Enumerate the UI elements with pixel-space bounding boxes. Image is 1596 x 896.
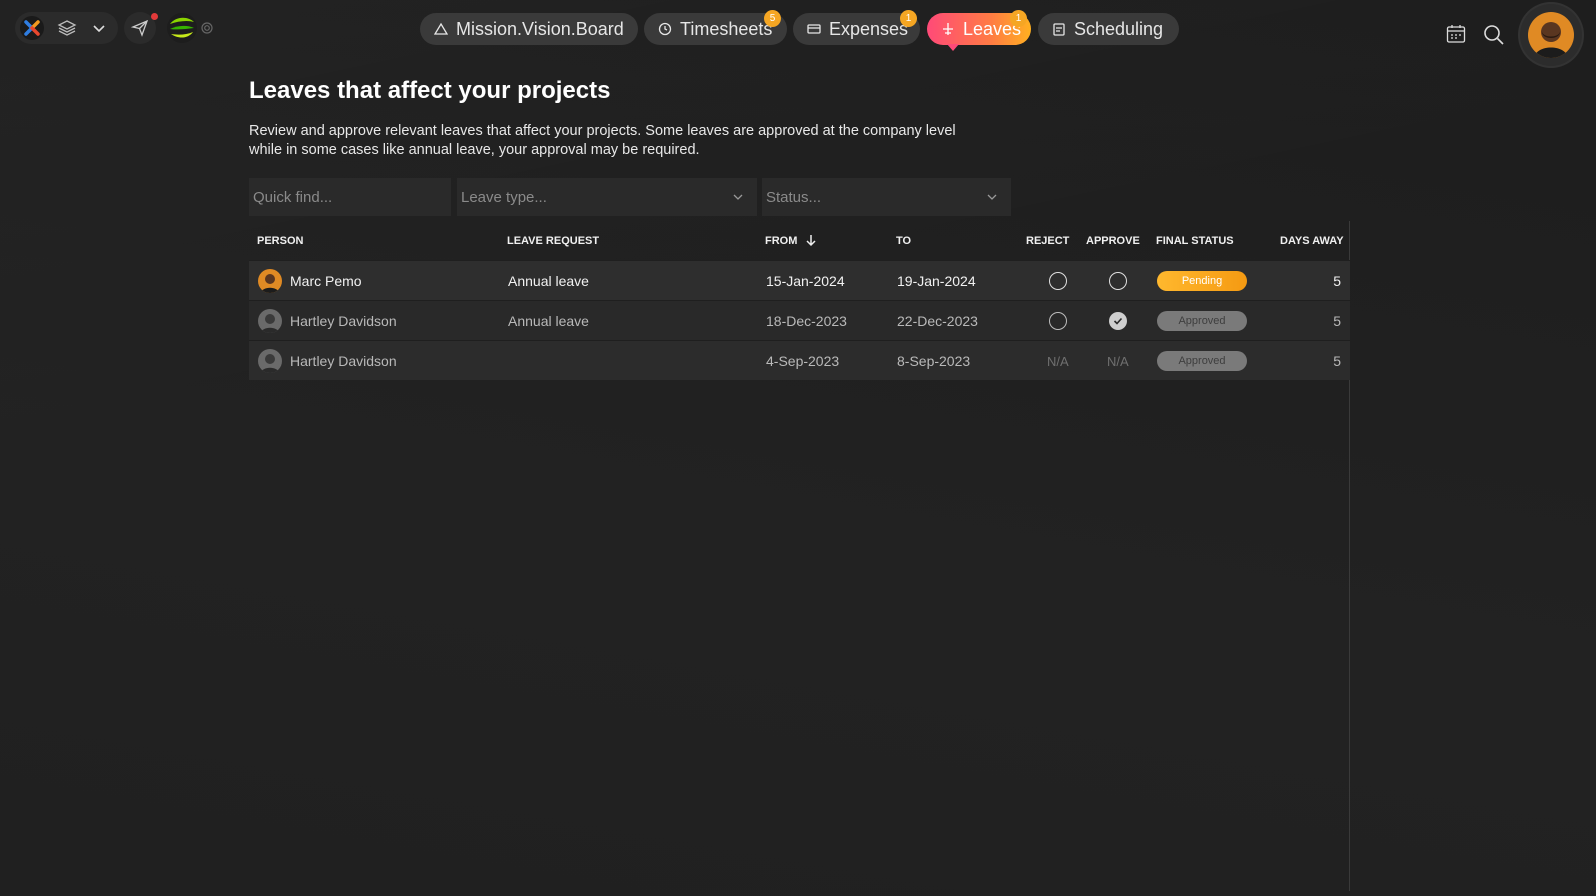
status-badge: Approved bbox=[1157, 351, 1247, 371]
tab-label: Expenses bbox=[829, 18, 909, 39]
to-cell: 19-Jan-2024 bbox=[897, 273, 976, 289]
avatar bbox=[258, 349, 282, 373]
reject-radio[interactable] bbox=[1049, 272, 1067, 290]
table-row[interactable]: Marc Pemo Annual leave 15-Jan-2024 19-Ja… bbox=[249, 260, 1350, 300]
status-select[interactable]: Status... bbox=[762, 178, 1011, 216]
reject-cell: N/A bbox=[1047, 353, 1069, 369]
tab-badge: 5 bbox=[764, 10, 781, 27]
search-icon[interactable] bbox=[1483, 24, 1505, 46]
table-row[interactable]: Hartley Davidson Annual leave 18-Dec-202… bbox=[249, 300, 1350, 340]
quick-find-input-wrapper bbox=[249, 178, 451, 216]
calendar-icon[interactable] bbox=[1446, 24, 1466, 44]
approve-checked[interactable] bbox=[1109, 312, 1127, 330]
sort-down-icon[interactable] bbox=[804, 233, 818, 247]
header-person[interactable]: PERSON bbox=[257, 235, 303, 247]
from-cell: 4-Sep-2023 bbox=[766, 353, 840, 369]
tab-leaves[interactable]: Leaves 1 bbox=[927, 10, 1031, 51]
reject-cell bbox=[1049, 261, 1067, 301]
tab-timesheets[interactable]: Timesheets 5 bbox=[644, 10, 787, 45]
plane-icon bbox=[943, 23, 953, 35]
to-cell: 22-Dec-2023 bbox=[897, 313, 978, 329]
notification-dot bbox=[151, 13, 158, 20]
chevron-down-icon[interactable] bbox=[91, 20, 107, 36]
tab-expenses[interactable]: Expenses 1 bbox=[793, 10, 920, 45]
days-away-cell: 5 bbox=[1333, 313, 1341, 329]
leave-request-cell: Annual leave bbox=[508, 313, 589, 329]
reject-cell bbox=[1049, 301, 1067, 341]
status-badge: Pending bbox=[1157, 271, 1247, 291]
send-icon bbox=[131, 19, 149, 37]
days-away-cell: 5 bbox=[1333, 353, 1341, 369]
reject-radio[interactable] bbox=[1049, 312, 1067, 330]
person-cell: Marc Pemo bbox=[258, 261, 362, 301]
header-from[interactable]: FROM bbox=[765, 235, 797, 247]
header-leave-request[interactable]: LEAVE REQUEST bbox=[507, 235, 599, 247]
top-bar: Mission.Vision.Board Timesheets 5 Expens… bbox=[0, 0, 1596, 66]
tab-label: Timesheets bbox=[680, 18, 773, 39]
tab-badge: 1 bbox=[900, 10, 917, 27]
person-name: Marc Pemo bbox=[290, 273, 362, 289]
approve-cell bbox=[1109, 261, 1127, 301]
leaves-table: PERSON LEAVE REQUEST FROM TO REJECT APPR… bbox=[249, 221, 1350, 380]
chevron-down-icon bbox=[733, 194, 743, 200]
page-description: Review and approve relevant leaves that … bbox=[249, 123, 956, 158]
leave-type-placeholder: Leave type... bbox=[461, 188, 547, 206]
from-cell: 15-Jan-2024 bbox=[766, 273, 845, 289]
tab-badge: 1 bbox=[1010, 10, 1027, 27]
status-placeholder: Status... bbox=[766, 188, 822, 206]
to-cell: 8-Sep-2023 bbox=[897, 353, 971, 369]
page-title: Leaves that affect your projects bbox=[249, 77, 611, 104]
table-row[interactable]: Hartley Davidson 4-Sep-2023 8-Sep-2023 N… bbox=[249, 340, 1350, 380]
user-avatar-button[interactable] bbox=[1520, 4, 1582, 66]
avatar bbox=[258, 269, 282, 293]
active-tab-pointer bbox=[947, 44, 959, 51]
header-to[interactable]: TO bbox=[896, 235, 911, 247]
approve-cell bbox=[1109, 301, 1127, 341]
person-cell: Hartley Davidson bbox=[258, 301, 397, 341]
leave-type-select[interactable]: Leave type... bbox=[457, 178, 757, 216]
quick-find-input[interactable] bbox=[253, 178, 451, 216]
from-cell: 18-Dec-2023 bbox=[766, 313, 847, 329]
header-approve: APPROVE bbox=[1086, 235, 1140, 247]
leave-request-cell: Annual leave bbox=[508, 273, 589, 289]
avatar bbox=[258, 309, 282, 333]
status-badge: Approved bbox=[1157, 311, 1247, 331]
tab-mission-vision-board[interactable]: Mission.Vision.Board bbox=[420, 13, 638, 45]
brand-icon[interactable] bbox=[166, 12, 198, 44]
header-final-status[interactable]: FINAL STATUS bbox=[1156, 235, 1234, 247]
avatar bbox=[1528, 12, 1574, 58]
chevron-down-icon bbox=[987, 194, 997, 200]
schedule-icon bbox=[1053, 23, 1065, 36]
tab-label: Mission.Vision.Board bbox=[456, 18, 624, 39]
tab-label: Scheduling bbox=[1074, 18, 1164, 39]
final-status-cell: Approved bbox=[1157, 341, 1247, 381]
approve-radio[interactable] bbox=[1109, 272, 1127, 290]
card-icon bbox=[807, 24, 821, 34]
clock-icon bbox=[658, 22, 672, 36]
triangle-icon bbox=[434, 22, 448, 35]
send-button[interactable] bbox=[124, 12, 158, 44]
check-icon bbox=[1113, 317, 1123, 325]
person-name: Hartley Davidson bbox=[290, 313, 397, 329]
header-reject: REJECT bbox=[1026, 235, 1070, 247]
days-away-cell: 5 bbox=[1333, 273, 1341, 289]
final-status-cell: Pending bbox=[1157, 261, 1247, 301]
approve-cell: N/A bbox=[1107, 353, 1129, 369]
person-name: Hartley Davidson bbox=[290, 353, 397, 369]
gear-icon[interactable] bbox=[200, 21, 214, 35]
header-days-away[interactable]: DAYS AWAY bbox=[1280, 235, 1344, 247]
layers-icon[interactable] bbox=[57, 18, 77, 38]
table-header: PERSON LEAVE REQUEST FROM TO REJECT APPR… bbox=[249, 221, 1350, 260]
person-cell: Hartley Davidson bbox=[258, 341, 397, 381]
workspace-switcher[interactable] bbox=[15, 12, 118, 44]
logo-icon[interactable] bbox=[20, 16, 44, 40]
tab-scheduling[interactable]: Scheduling bbox=[1038, 13, 1179, 45]
final-status-cell: Approved bbox=[1157, 301, 1247, 341]
